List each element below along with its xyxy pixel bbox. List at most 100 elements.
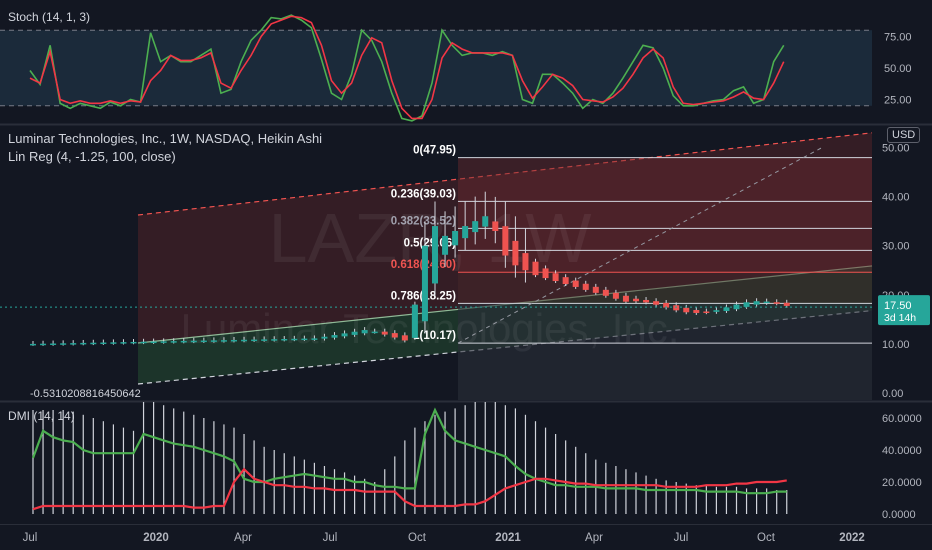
currency-badge[interactable]: USD xyxy=(887,127,921,143)
time-axis-label: Oct xyxy=(757,532,776,544)
candle-body xyxy=(411,304,418,338)
candle-body xyxy=(180,340,187,343)
dmi-title: DMI (14, 14) xyxy=(8,409,75,423)
candle-body xyxy=(683,307,690,313)
candle-body xyxy=(220,340,227,342)
stoch-tick-label: 50.00 xyxy=(884,63,912,75)
candle-body xyxy=(381,331,388,335)
candle-body xyxy=(50,343,57,346)
candle-body xyxy=(653,301,660,305)
candle-body xyxy=(391,333,398,338)
candle-body xyxy=(753,301,760,305)
candle-body xyxy=(90,342,97,345)
candle-body xyxy=(673,305,680,311)
candle-body xyxy=(592,286,599,293)
candle-body xyxy=(452,230,459,246)
bar-countdown: 3d 14h xyxy=(884,312,916,324)
candle-body xyxy=(371,331,378,334)
candle-body xyxy=(110,342,117,344)
candle-body xyxy=(200,340,207,343)
candle-body xyxy=(231,339,237,342)
candle-body xyxy=(271,339,278,341)
fib-level-label: 0(47.95) xyxy=(413,145,456,157)
dmi-tick-label: 20.0000 xyxy=(882,477,922,489)
dmi-tick-label: 0.0000 xyxy=(882,509,916,521)
time-axis-label: Apr xyxy=(585,532,603,544)
candle-body xyxy=(120,342,127,344)
candle-body xyxy=(351,331,358,335)
candle-body xyxy=(70,343,77,345)
time-axis-label: Jul xyxy=(674,532,689,544)
candle-body xyxy=(582,283,589,290)
price-tick-label: 10.00 xyxy=(882,339,910,351)
candle-body xyxy=(210,340,217,342)
candle-body xyxy=(341,333,348,337)
candle-body xyxy=(150,341,157,344)
plus-di-line xyxy=(31,407,787,495)
candle-body xyxy=(612,292,619,299)
candle-body xyxy=(783,302,790,306)
candle-body xyxy=(532,261,539,276)
price-chart[interactable]: 75.0050.0025.000(47.95)0.236(39.03)0.382… xyxy=(0,0,932,550)
candle-body xyxy=(301,338,308,341)
candle-body xyxy=(492,221,499,231)
candle-body xyxy=(80,342,87,345)
candle-body xyxy=(703,311,710,314)
candle-body xyxy=(562,277,569,284)
candle-body xyxy=(512,240,519,266)
watermark-symbol: LAZR, 1W xyxy=(269,199,592,277)
candle-body xyxy=(281,338,288,341)
candle-body xyxy=(331,335,338,338)
candle-body xyxy=(572,280,579,287)
candle-body xyxy=(713,310,720,312)
time-axis-label: Oct xyxy=(408,532,427,544)
candle-body xyxy=(140,341,147,344)
watermark-name: Luminar Technologies, Inc. xyxy=(181,305,680,352)
candle-body xyxy=(190,340,197,343)
time-axis-label: Apr xyxy=(234,532,252,544)
price-tick-label: 0.00 xyxy=(882,388,903,400)
dmi-tick-label: 40.0000 xyxy=(882,445,922,457)
stoch-tick-label: 25.00 xyxy=(884,95,912,107)
candle-body xyxy=(160,341,167,343)
candle-body xyxy=(442,235,449,255)
main-title: Luminar Technologies, Inc., 1W, NASDAQ, … xyxy=(8,131,323,146)
time-axis-label: Jul xyxy=(23,532,38,544)
candle-body xyxy=(643,299,650,303)
price-tick-label: 30.00 xyxy=(882,241,910,253)
stoch-tick-label: 75.00 xyxy=(884,32,912,44)
candle-body xyxy=(622,295,629,302)
time-axis-label: 2020 xyxy=(143,532,169,544)
price-tick-label: 50.00 xyxy=(882,143,910,155)
candle-body xyxy=(40,343,47,346)
candle-body xyxy=(472,221,479,233)
time-axis-label: 2022 xyxy=(839,532,865,544)
candle-body xyxy=(60,343,67,345)
dmi-tick-label: 60.0000 xyxy=(882,413,922,425)
candle-body xyxy=(723,307,730,312)
candle-body xyxy=(432,226,438,284)
stoch-title: Stoch (14, 1, 3) xyxy=(8,10,91,24)
candle-body xyxy=(552,273,559,282)
candle-body xyxy=(100,342,107,345)
stoch-band xyxy=(0,30,872,106)
candle-body xyxy=(421,245,428,322)
candle-body xyxy=(693,310,700,313)
candle-body xyxy=(170,341,177,343)
last-price-value: 17.50 xyxy=(884,300,912,312)
candle-body xyxy=(130,341,137,344)
linreg-lower-value: -0.5310208816450642 xyxy=(30,388,141,400)
linreg-title: Lin Reg (4, -1.25, 100, close) xyxy=(8,149,176,164)
candle-body xyxy=(361,330,368,334)
candle-body xyxy=(602,289,609,296)
time-axis-label: 2021 xyxy=(495,532,521,544)
candle-body xyxy=(241,339,248,342)
time-axis-label: Jul xyxy=(323,532,338,544)
candle-body xyxy=(633,298,639,302)
price-tick-label: 40.00 xyxy=(882,192,910,204)
candle-body xyxy=(261,339,268,341)
candle-body xyxy=(482,216,489,227)
candle-body xyxy=(462,226,469,239)
candle-body xyxy=(251,339,258,342)
candle-body xyxy=(542,268,549,279)
